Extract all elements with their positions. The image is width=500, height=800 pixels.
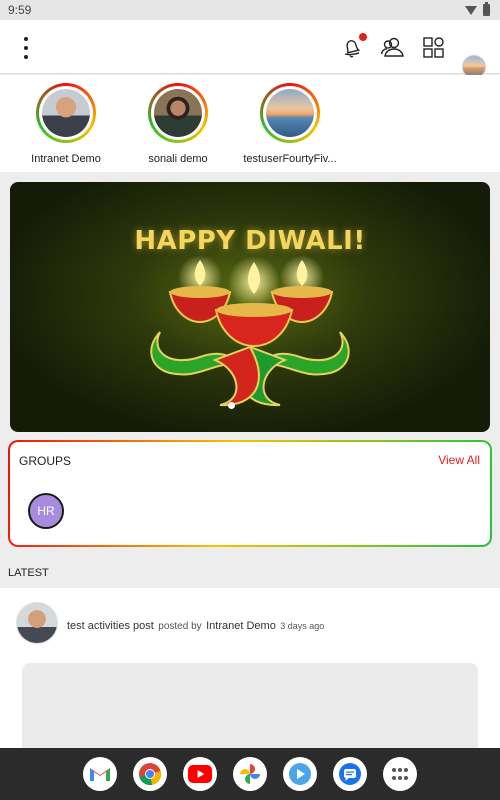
story-name: testuserFourtyFiv... [243,153,337,165]
menu-icon[interactable] [20,37,32,59]
story-item[interactable]: Intranet Demo [16,83,116,165]
latest-label: LATEST [8,567,49,579]
diwali-banner[interactable]: HAPPY DIWALI! [10,182,490,432]
story-ring [260,83,320,143]
post-time: 3 days ago [280,621,325,631]
notification-bell-icon[interactable] [339,33,367,60]
post-header: test activities post posted by Intranet … [67,616,324,634]
play-icon[interactable] [283,757,317,791]
story-avatar [42,89,90,137]
people-icon[interactable] [380,34,406,60]
post-by-text: posted by [158,621,202,632]
story-item[interactable]: sonali demo [128,83,228,165]
post-author-avatar[interactable] [16,602,58,644]
status-time: 9:59 [8,3,32,17]
diya-illustration [150,255,350,407]
stories-row: Intranet Demo sonali demo testuserFourty… [0,75,500,172]
gmail-icon[interactable] [83,757,117,791]
status-icons [465,2,490,16]
story-avatar [154,89,202,137]
status-bar: 9:59 [0,0,500,20]
group-avatar-hr[interactable]: HR [28,493,64,529]
story-ring [148,83,208,143]
groups-title: GROUPS [19,454,72,468]
carousel-dot[interactable] [228,402,235,409]
story-item[interactable]: testuserFourtyFiv... [240,83,340,165]
messages-icon[interactable] [333,757,367,791]
groups-card: GROUPS View All HR [8,440,492,547]
story-name: sonali demo [148,153,208,165]
post-title[interactable]: test activities post [67,620,154,632]
youtube-icon[interactable] [183,757,217,791]
app-dock [0,748,500,800]
view-all-link[interactable]: View All [438,453,480,467]
story-avatar [266,89,314,137]
story-ring [36,83,96,143]
apps-grid-icon[interactable] [421,34,447,60]
story-name: Intranet Demo [31,153,101,165]
notification-badge [359,33,367,41]
post-author[interactable]: Intranet Demo [206,620,276,632]
app-drawer-icon[interactable] [383,757,417,791]
chrome-icon[interactable] [133,757,167,791]
photos-icon[interactable] [233,757,267,791]
battery-icon [483,2,490,16]
app-bar [0,20,500,79]
wifi-icon [465,5,477,15]
